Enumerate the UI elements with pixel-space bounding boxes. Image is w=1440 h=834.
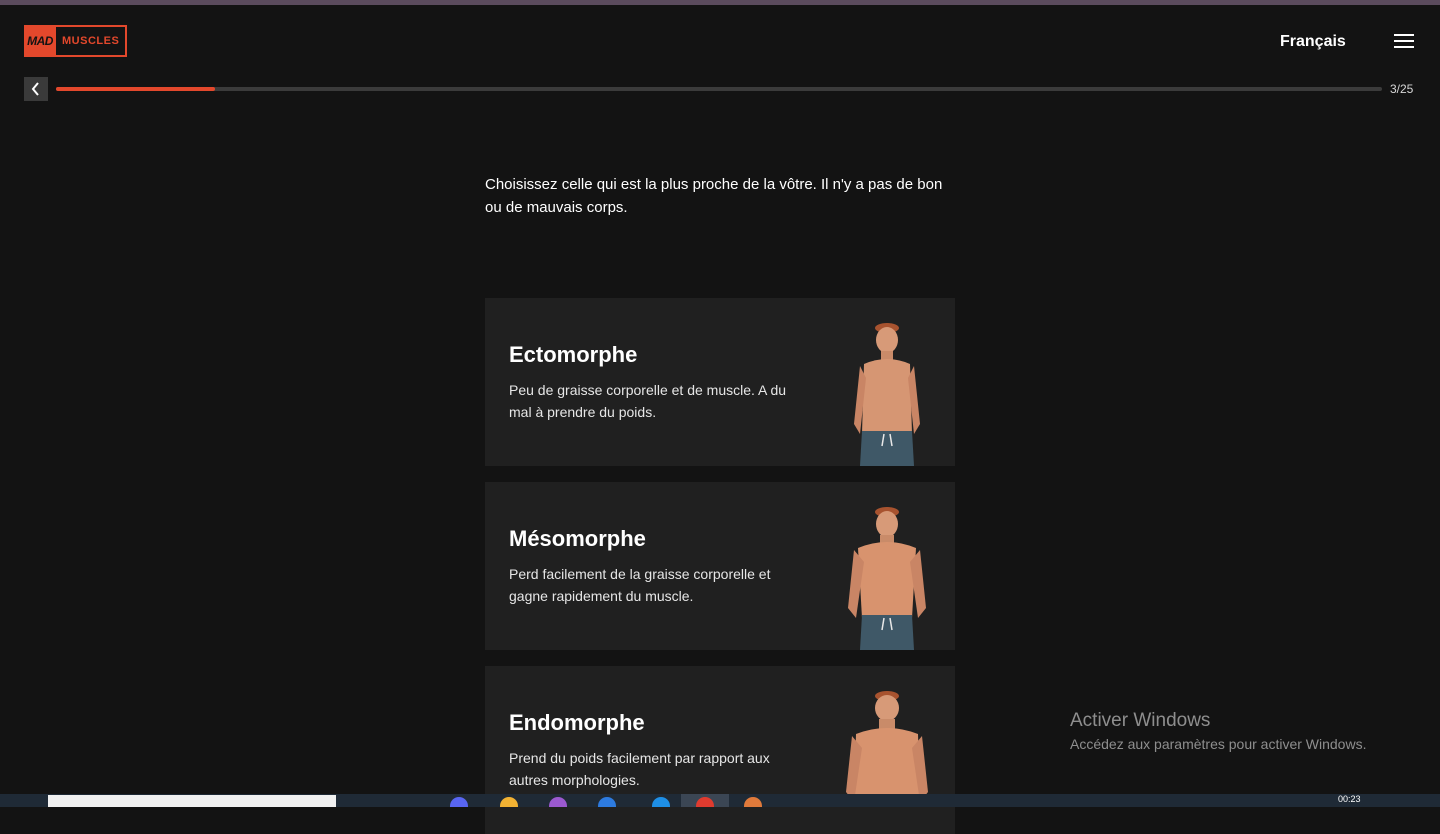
app-icon[interactable] — [652, 797, 670, 807]
option-card-endomorph[interactable]: Endomorphe Prend du poids facilement par… — [485, 666, 955, 834]
option-description: Perd facilement de la graisse corporelle… — [509, 566, 771, 604]
chevron-left-icon — [31, 82, 39, 96]
option-title: Endomorphe — [509, 710, 645, 735]
logo-mad-mark: MAD — [24, 25, 56, 57]
app-icon[interactable] — [744, 797, 762, 807]
progress-bar-fill — [56, 87, 216, 91]
windows-activation-subtitle: Accédez aux paramètres pour activer Wind… — [1070, 736, 1367, 752]
windows-activation-title: Activer Windows — [1070, 710, 1211, 731]
language-selector[interactable]: Français — [1280, 33, 1346, 51]
browser-top-edge — [0, 0, 1440, 5]
file-explorer-icon[interactable] — [500, 797, 518, 807]
windows-taskbar: 00:23 — [0, 794, 1440, 807]
option-title: Mésomorphe — [509, 526, 646, 551]
option-description: Peu de graisse corporelle et de muscle. … — [509, 382, 787, 420]
logo-muscles-text: MUSCLES — [56, 25, 128, 57]
progress-bar — [56, 87, 1382, 91]
mesomorph-body-figure — [848, 507, 926, 650]
taskbar-search-box[interactable] — [48, 795, 336, 807]
endomorph-body-figure — [846, 691, 928, 802]
question-instruction: Choisissez celle qui est la plus proche … — [485, 176, 943, 216]
option-description: Prend du poids facilement par rapport au… — [509, 750, 770, 788]
hamburger-menu-icon[interactable] — [1392, 32, 1416, 50]
option-card-ectomorph[interactable]: Ectomorphe Peu de graisse corporelle et … — [485, 298, 955, 466]
taskbar-clock[interactable]: 00:23 — [1338, 794, 1361, 804]
mad-muscles-logo[interactable]: MAD MUSCLES — [24, 25, 128, 57]
option-card-mesomorph[interactable]: Mésomorphe Perd facilement de la graisse… — [485, 482, 955, 650]
app-icon[interactable] — [598, 797, 616, 807]
step-counter: 3/25 — [1390, 82, 1414, 96]
app-icon[interactable] — [549, 797, 567, 807]
discord-icon[interactable] — [450, 797, 468, 807]
back-button[interactable] — [24, 77, 48, 101]
ectomorph-body-figure — [854, 323, 920, 466]
option-title: Ectomorphe — [509, 342, 638, 367]
